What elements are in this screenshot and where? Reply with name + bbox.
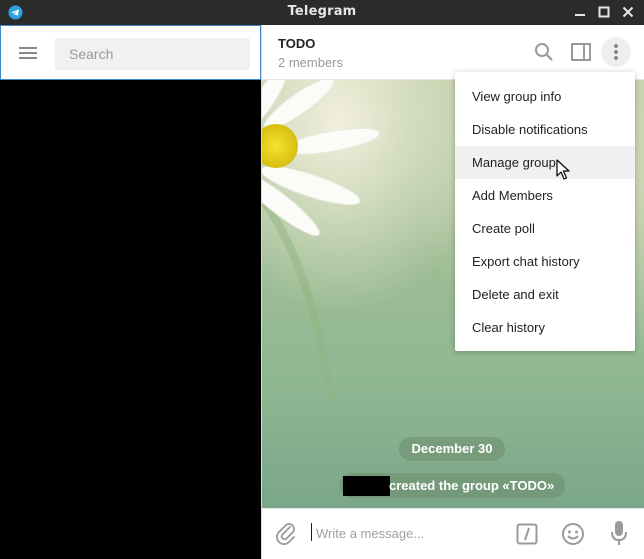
mouse-pointer-icon (556, 159, 570, 180)
close-icon[interactable] (620, 4, 636, 20)
redacted-username (343, 476, 390, 496)
maximize-icon[interactable] (596, 4, 612, 20)
menu-item-add-members[interactable]: Add Members (455, 179, 635, 212)
menu-hamburger-icon[interactable] (18, 45, 38, 61)
service-message: created the group «TODO» (340, 473, 565, 498)
chat-member-count[interactable]: 2 members (278, 55, 343, 70)
emoji-icon[interactable] (561, 522, 585, 546)
search-box[interactable] (55, 38, 250, 70)
chat-list-header (0, 25, 261, 80)
menu-item-clear-history[interactable]: Clear history (455, 311, 635, 344)
more-options-button[interactable] (601, 37, 631, 67)
attach-icon[interactable] (274, 521, 298, 545)
minimize-icon[interactable] (572, 4, 588, 20)
service-message-text: created the group «TODO» (389, 478, 555, 493)
title-bar: Telegram (0, 0, 644, 25)
telegram-window: Telegram TODO 2 members (0, 0, 644, 559)
date-separator: December 30 (399, 437, 505, 461)
chat-list-panel (0, 25, 261, 559)
chat-title[interactable]: TODO (278, 36, 315, 51)
bot-commands-icon[interactable] (516, 523, 538, 545)
text-cursor (311, 523, 312, 541)
menu-item-view-group-info[interactable]: View group info (455, 80, 635, 113)
search-input[interactable] (55, 38, 249, 70)
microphone-icon[interactable] (610, 520, 628, 546)
window-title: Telegram (287, 4, 357, 19)
menu-item-disable-notifications[interactable]: Disable notifications (455, 113, 635, 146)
message-composer (262, 508, 644, 559)
menu-item-manage-group[interactable]: Manage group (455, 146, 635, 179)
message-input[interactable] (314, 519, 508, 547)
menu-item-create-poll[interactable]: Create poll (455, 212, 635, 245)
menu-item-export-chat-history[interactable]: Export chat history (455, 245, 635, 278)
group-options-menu: View group info Disable notifications Ma… (455, 72, 635, 351)
search-icon[interactable] (533, 41, 555, 63)
more-vertical-icon (614, 44, 618, 60)
toggle-sidebar-icon[interactable] (570, 41, 592, 63)
menu-item-delete-and-exit[interactable]: Delete and exit (455, 278, 635, 311)
